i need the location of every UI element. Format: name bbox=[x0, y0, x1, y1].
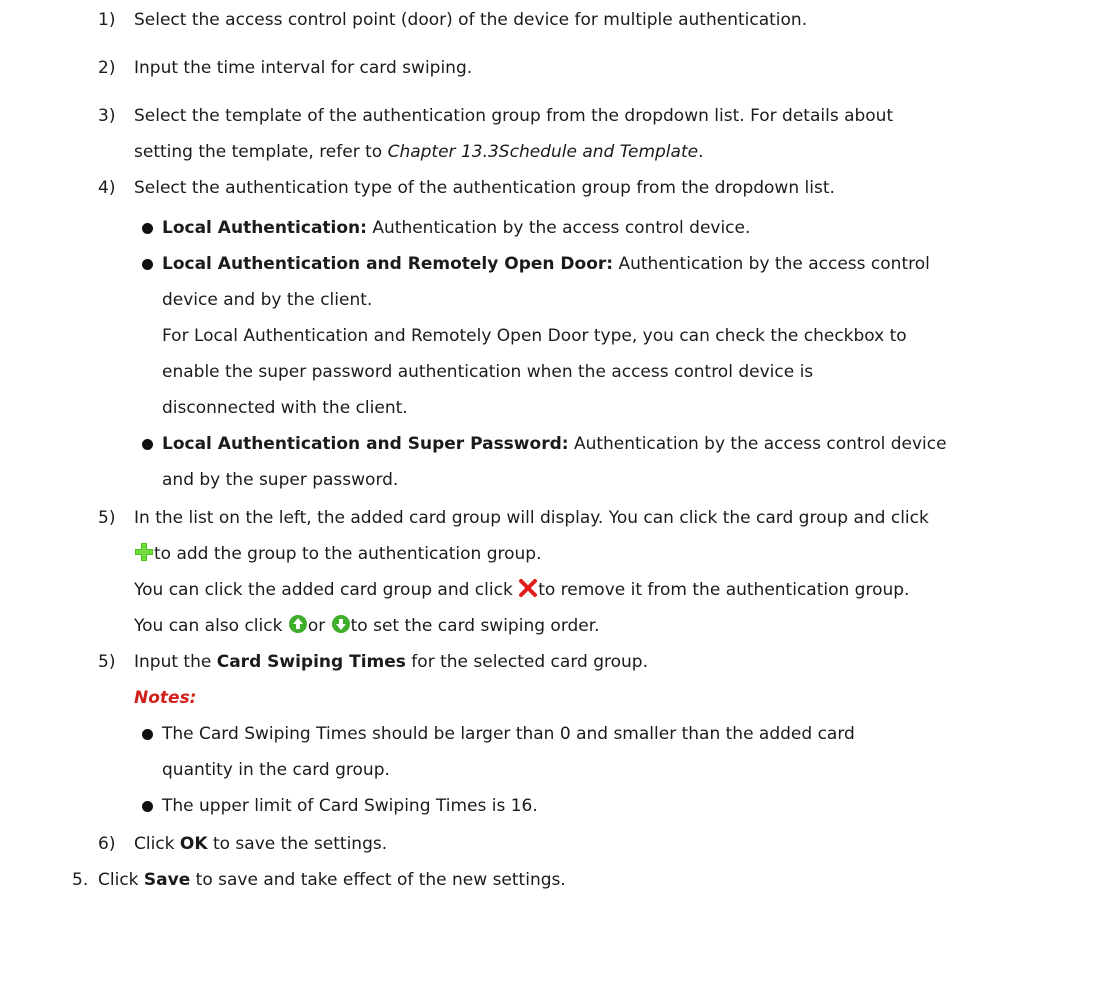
chapter-reference: Chapter 13.3Schedule and Template bbox=[387, 142, 699, 162]
step-number: 5. bbox=[72, 870, 89, 890]
bullet-item: Local Authentication: Authentication by … bbox=[162, 218, 751, 238]
note-item: The Card Swiping Times should be larger … bbox=[162, 724, 855, 744]
note-item: The upper limit of Card Swiping Times is… bbox=[162, 796, 538, 816]
plus-icon bbox=[134, 542, 154, 562]
bullet-item-continued: and by the super password. bbox=[162, 470, 399, 490]
step-text: Select the template of the authenticatio… bbox=[134, 106, 894, 126]
bullet-item-continued: device and by the client. bbox=[162, 290, 373, 310]
step-text-continued: setting the template, refer to Chapter 1… bbox=[134, 142, 704, 162]
manual-page: 1) Select the access control point (door… bbox=[0, 0, 1112, 988]
step-text-continued: to add the group to the authentication g… bbox=[134, 542, 542, 566]
x-icon bbox=[518, 578, 538, 598]
bullet-dot bbox=[142, 439, 153, 450]
step-number: 2) bbox=[98, 58, 116, 78]
bullet-paragraph: enable the super password authentication… bbox=[162, 362, 814, 382]
step-text: Input the Card Swiping Times for the sel… bbox=[134, 652, 648, 672]
step-number: 5) bbox=[98, 652, 116, 672]
step-text: Select the access control point (door) o… bbox=[134, 10, 808, 30]
step-text: Select the authentication type of the au… bbox=[134, 178, 835, 198]
note-item-continued: quantity in the card group. bbox=[162, 760, 390, 780]
step-number: 1) bbox=[98, 10, 116, 30]
notes-label: Notes: bbox=[134, 688, 197, 708]
step-text-continued: You can also click or to set the card sw… bbox=[134, 614, 600, 636]
step-number: 5) bbox=[98, 508, 116, 528]
step-text: Click OK to save the settings. bbox=[134, 834, 388, 854]
bullet-dot bbox=[142, 801, 153, 812]
bullet-item: Local Authentication and Remotely Open D… bbox=[162, 254, 930, 274]
bullet-dot bbox=[142, 223, 153, 234]
bullet-paragraph: For Local Authentication and Remotely Op… bbox=[162, 326, 907, 346]
step-text: Input the time interval for card swiping… bbox=[134, 58, 473, 78]
step-number: 4) bbox=[98, 178, 116, 198]
step-number: 3) bbox=[98, 106, 116, 126]
bullet-paragraph: disconnected with the client. bbox=[162, 398, 408, 418]
arrow-up-circle-icon bbox=[288, 614, 308, 634]
step-text-continued: You can click the added card group and c… bbox=[134, 578, 910, 600]
arrow-down-circle-icon bbox=[331, 614, 351, 634]
bullet-dot bbox=[142, 259, 153, 270]
step-text: Click Save to save and take effect of th… bbox=[98, 870, 566, 890]
step-text: In the list on the left, the added card … bbox=[134, 508, 929, 528]
bullet-item: Local Authentication and Super Password:… bbox=[162, 434, 947, 454]
bullet-dot bbox=[142, 729, 153, 740]
step-number: 6) bbox=[98, 834, 116, 854]
